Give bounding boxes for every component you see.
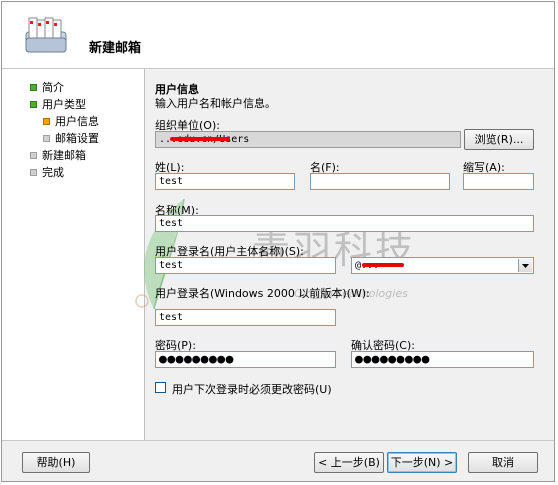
step-pending-icon xyxy=(43,134,50,142)
password-input[interactable]: ●●●●●●●●● xyxy=(155,351,336,368)
cancel-button[interactable]: 取消 xyxy=(468,452,538,473)
step-complete-icon xyxy=(30,100,37,108)
step-mailbox-settings[interactable]: 邮箱设置 xyxy=(43,130,99,146)
first-name-input[interactable] xyxy=(310,173,450,190)
step-label: 邮箱设置 xyxy=(55,132,99,145)
last-name-input[interactable]: test xyxy=(155,173,295,190)
step-label: 新建邮箱 xyxy=(42,149,86,162)
pre2000-input[interactable]: test xyxy=(155,309,336,326)
step-pending-icon xyxy=(30,168,37,176)
redaction-mark xyxy=(170,137,230,141)
display-name-input[interactable]: test xyxy=(155,215,534,232)
step-finish[interactable]: 完成 xyxy=(30,164,64,180)
back-button[interactable]: < 上一步(B) xyxy=(314,452,384,473)
step-pending-icon xyxy=(30,151,37,159)
next-button[interactable]: 下一步(N) > xyxy=(387,452,457,473)
form-panel: 青羽科技 Qingyu Technologies 用户信息 输入用户名和帐户信息… xyxy=(135,69,554,440)
step-label: 完成 xyxy=(42,166,64,179)
redaction-mark xyxy=(362,263,404,267)
step-label: 用户类型 xyxy=(42,98,86,111)
step-user-type[interactable]: 用户类型 xyxy=(30,96,86,112)
step-new-mailbox[interactable]: 新建邮箱 xyxy=(30,147,86,163)
browse-button[interactable]: 浏览(R)... xyxy=(464,129,534,150)
must-change-password-checkbox[interactable] xyxy=(155,382,166,393)
panel-divider xyxy=(144,69,145,440)
step-user-info[interactable]: 用户信息 xyxy=(43,113,99,129)
section-desc: 输入用户名和帐户信息。 xyxy=(155,97,276,110)
step-complete-icon xyxy=(30,83,37,91)
pre2000-label: 用户登录名(Windows 2000 以前版本)(W): xyxy=(155,287,370,300)
wizard-header: 新建邮箱 xyxy=(2,2,554,68)
initials-input[interactable] xyxy=(463,173,534,190)
upn-input[interactable]: test xyxy=(155,257,336,274)
confirm-password-input[interactable]: ●●●●●●●●● xyxy=(351,351,534,368)
wizard-title: 新建邮箱 xyxy=(89,41,142,56)
help-button[interactable]: 帮助(H) xyxy=(22,452,90,473)
chevron-down-icon[interactable] xyxy=(518,259,532,272)
mailbox-icon xyxy=(25,17,67,53)
wizard-footer: 帮助(H) < 上一步(B) 下一步(N) > 取消 xyxy=(2,440,554,481)
step-label: 用户信息 xyxy=(55,115,99,128)
step-intro[interactable]: 简介 xyxy=(30,79,64,95)
wizard-steps: 简介 用户类型 用户信息 邮箱设置 新建邮箱 完成 xyxy=(2,69,144,440)
must-change-password-label[interactable]: 用户下次登录时必须更改密码(U) xyxy=(172,381,332,397)
step-current-icon xyxy=(43,117,50,125)
wizard-window: 新建邮箱 简介 用户类型 用户信息 邮箱设置 新建邮箱 完成 青羽科技 Qing… xyxy=(1,1,555,482)
step-label: 简介 xyxy=(42,81,64,94)
